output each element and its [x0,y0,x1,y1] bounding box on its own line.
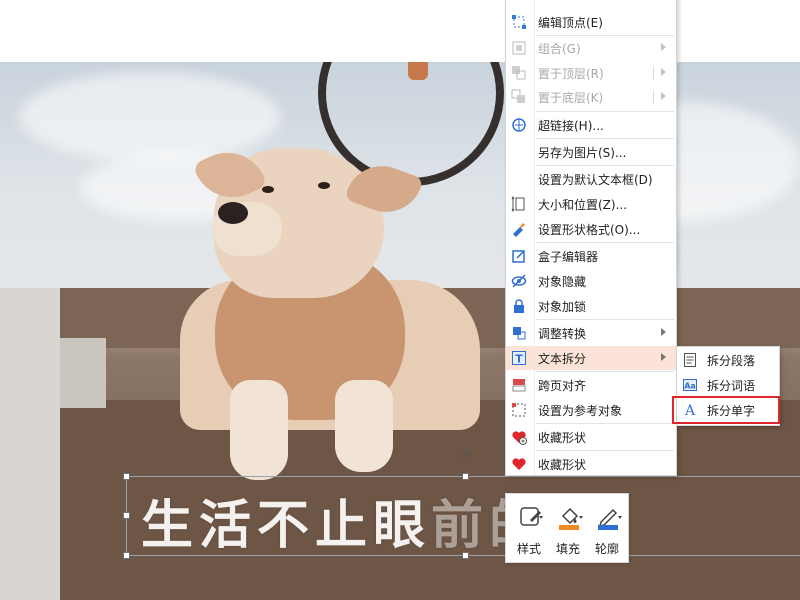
menu-item-box-editor[interactable]: 盒子编辑器 [506,244,676,268]
dog-paw [335,380,393,472]
chevron-right-icon [661,92,666,100]
outline-button[interactable]: 轮廓 [588,500,626,558]
hide-object-icon [506,269,532,293]
menu-separator [536,138,674,139]
pen-outline-icon [594,502,624,532]
text-split-icon: T [506,346,532,370]
favorite-shape-icon [506,425,532,449]
dog-eye [262,186,274,193]
split-words-icon: Aa [677,373,703,397]
format-shape-icon [506,217,532,241]
resize-handle[interactable] [123,512,130,519]
split-paragraph-icon [677,348,703,372]
resize-handle[interactable] [462,473,469,480]
chevron-right-icon [661,68,666,76]
floating-format-toolbar: 样式 填充 轮廓 [505,493,629,563]
menu-item-lock-object[interactable]: 对象加锁 [506,294,676,318]
highlight-callout-box [672,396,780,424]
menu-separator [536,371,674,372]
menu-item-group[interactable]: 组合(G) [506,36,676,60]
menu-split-divider [653,66,654,80]
hyperlink-icon [506,113,532,137]
menu-item-send-to-back[interactable]: 置于底层(K) [506,85,676,109]
menu-split-divider [653,90,654,104]
slide-canvas[interactable]: 生活不止眼前的苟 ⟳ [0,62,800,600]
bring-to-front-icon [506,61,532,85]
submenu-item-split-words[interactable]: Aa 拆分词语 [677,373,779,397]
menu-item-set-default-textbox[interactable]: 设置为默认文本框(D) [506,167,676,191]
menu-item-size-position[interactable]: 大小和位置(Z)... [506,192,676,216]
menu-separator [536,319,674,320]
menu-separator [536,450,674,451]
chevron-right-icon [661,353,666,361]
submenu-item-split-paragraph[interactable]: 拆分段落 [677,348,779,372]
menu-item-favorite-shape-2[interactable]: 收藏形状 [506,452,676,476]
rotate-handle-icon[interactable]: ⟳ [459,450,473,464]
menu-item-set-reference-object[interactable]: 设置为参考对象 [506,398,676,422]
title-solid-part: 生活不止眼 [141,495,432,556]
menu-separator [536,242,674,243]
group-icon [506,36,532,60]
dog-nose [218,202,248,224]
fill-button[interactable]: 填充 [549,500,587,558]
resize-handle[interactable] [123,473,130,480]
chevron-right-icon [661,43,666,51]
send-to-back-icon [506,85,532,109]
menu-item-save-as-picture[interactable]: 另存为图片(S)... [506,140,676,164]
chevron-right-icon [661,328,666,336]
menu-item-cross-page-align[interactable]: 跨页对齐 [506,373,676,397]
menu-item-edit-vertex[interactable]: 编辑顶点(E) [506,10,676,34]
menu-item-text-split[interactable]: T 文本拆分 [506,346,676,370]
selected-text-box[interactable]: 生活不止眼前的苟 [126,476,800,556]
context-menu: 编辑顶点(E) 组合(G) 置于顶层(R) 置于底层(K) 超链接(H)... … [505,0,677,476]
lock-icon [506,294,532,318]
shape-style-icon [516,502,546,532]
edit-vertex-icon [506,10,532,34]
menu-separator [536,111,674,112]
heart-icon [506,452,532,476]
cloud [20,72,280,162]
menu-separator [536,423,674,424]
resize-handle[interactable] [123,552,130,559]
cross-page-align-icon [506,373,532,397]
size-position-icon [506,192,532,216]
style-button[interactable]: 样式 [510,500,548,558]
menu-item-hide-object[interactable]: 对象隐藏 [506,269,676,293]
menu-item-bring-to-front[interactable]: 置于顶层(R) [506,61,676,85]
menu-item-hyperlink[interactable]: 超链接(H)... [506,113,676,137]
menu-item-adjust-convert[interactable]: 调整转换 [506,321,676,345]
wall [60,338,106,408]
menu-item-format-shape[interactable]: 设置形状格式(O)... [506,217,676,241]
svg-text:Aa: Aa [684,382,696,391]
menu-item-favorite-shape[interactable]: 收藏形状 [506,425,676,449]
svg-text:T: T [515,353,523,366]
adjust-convert-icon [506,321,532,345]
resize-handle[interactable] [462,552,469,559]
dog-eye [318,182,330,189]
wall [0,288,60,600]
bicycle-hub [408,62,428,80]
box-editor-icon [506,244,532,268]
menu-separator [536,165,674,166]
dog-paw [230,380,288,480]
paint-bucket-icon [555,502,585,532]
reference-object-icon [506,398,532,422]
